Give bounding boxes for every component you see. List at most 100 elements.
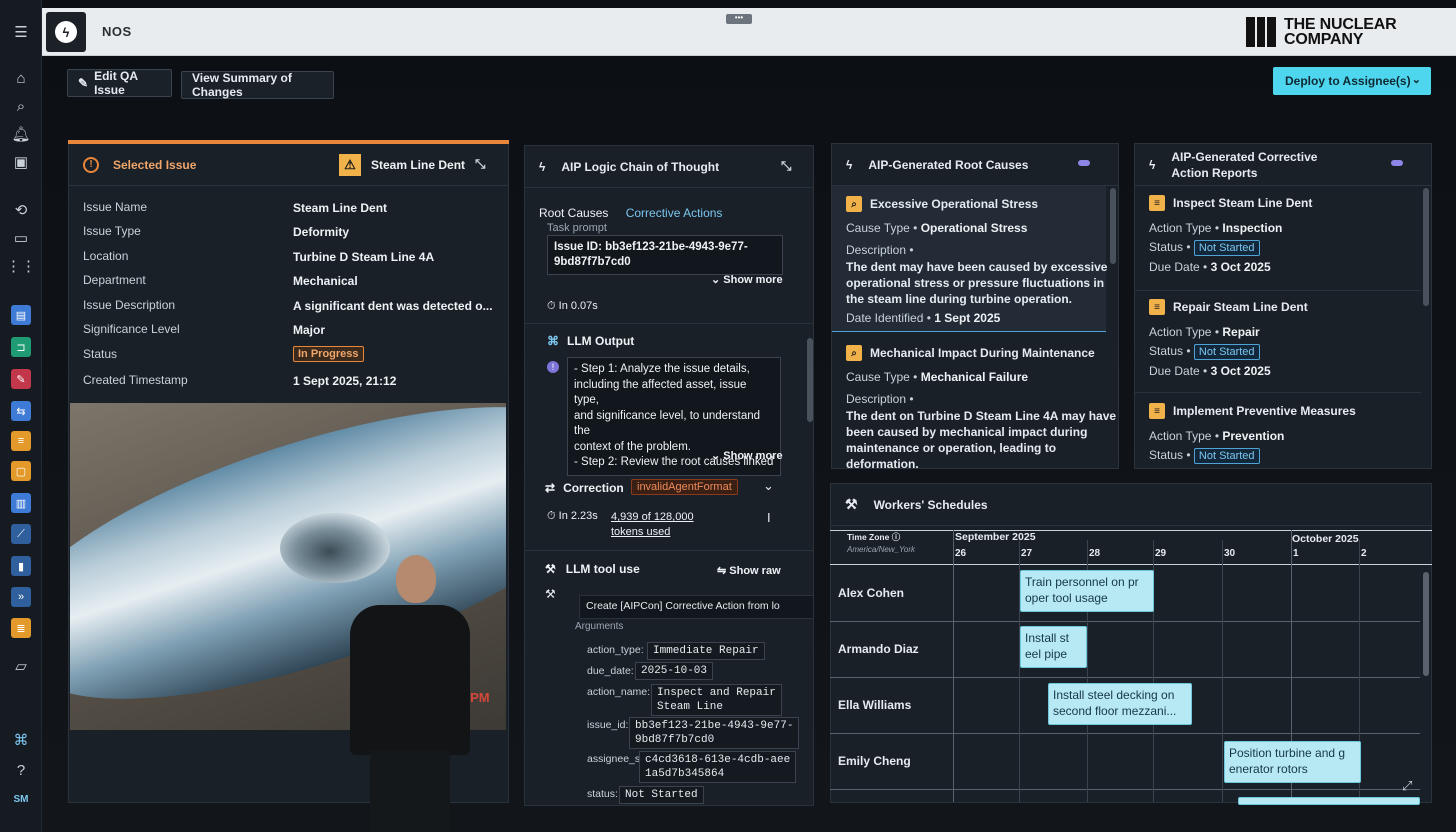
menu-icon[interactable]: ☰ [11,22,31,42]
cursor-icon: Ι [767,510,771,525]
tab-corrective-actions[interactable]: Corrective Actions [626,206,723,220]
app-logo[interactable]: ϟ [46,12,86,52]
show-more-link[interactable]: ⌄ Show more [711,449,783,462]
schedule-task[interactable] [1238,797,1420,805]
field-label: Description • [846,392,914,406]
action-item[interactable]: ≡ Inspect Steam Line Dent Action Type • I… [1149,195,1312,274]
workflow-icon[interactable]: » [11,587,31,607]
field-label: Due Date • [1149,364,1208,378]
ontology-icon[interactable]: ⇆ [11,401,31,421]
aip-icon[interactable]: ⌘ [11,730,31,750]
drag-handle[interactable]: ••• [726,14,752,24]
arg-key: assignee_s: [587,753,644,765]
layers-icon[interactable]: ≣ [11,618,31,638]
bolt-icon: ϟ [55,21,77,43]
schedule-task[interactable]: Train personnel on pr oper tool usage [1020,570,1154,612]
correction-row[interactable]: ⇄ Correction [545,481,624,495]
minimize-icon[interactable] [1078,160,1090,166]
grid-icon[interactable]: ⋮⋮ [6,256,36,276]
view-summary-button[interactable]: View Summary of Changes [181,71,334,99]
help-icon[interactable]: ? [11,760,31,780]
timeline-gridline [1222,540,1223,802]
search-icon[interactable]: ⌕ [11,96,31,116]
apps-icon[interactable]: ▣ [11,152,31,172]
cause-type-value: Mechanical Failure [920,370,1029,384]
worker-name: Emily Cheng [838,754,911,768]
description-line: deformation. [846,457,919,469]
action-item[interactable]: ≡ Repair Steam Line Dent Action Type • Re… [1149,299,1308,378]
root-cause-item[interactable]: ⌕ Excessive Operational Stress Cause Type… [846,196,1107,325]
objects-icon[interactable]: ▥ [11,493,31,513]
scrollbar[interactable] [1423,572,1429,676]
collapse-icon[interactable]: ⤡ [781,158,791,174]
pipeline-icon[interactable]: ⊐ [11,337,31,357]
database-icon[interactable]: ≡ [11,431,31,451]
deploy-button[interactable]: Deploy to Assignee(s) ⌄ [1273,67,1431,95]
history-icon[interactable]: ⟲ [11,200,31,220]
day-label: 29 [1155,548,1167,559]
notepad-icon[interactable]: ✎ [11,369,31,389]
issue-id-line: 9bd87f7b7cd0 [554,256,631,268]
company-name: THE NUCLEAR COMPANY [1284,16,1397,48]
worker-name: Alex Cohen [838,586,905,600]
arg-value: Not Started [619,786,704,804]
field-label: Status • [1149,344,1191,358]
home-icon[interactable]: ⌂ [11,68,31,88]
notifications-icon[interactable]: 🔔︎ [11,124,31,144]
slate-icon[interactable]: ▢ [11,461,31,481]
correction-label: Correction [563,481,624,495]
schedule-task[interactable]: Position turbine and g enerator rotors [1224,741,1361,783]
schedule-task[interactable]: Install steel decking on second floor me… [1048,683,1192,725]
collapse-icon[interactable]: ⤡ [475,156,485,172]
llm-output-label: LLM Output [567,334,635,348]
location-value: Turbine D Steam Line 4A [293,250,435,264]
report-icon: ≡ [1149,403,1165,419]
edit-qa-issue-button[interactable]: ✎ Edit QA Issue [67,69,172,97]
timer-row: ⏱ In 0.07s [547,300,598,313]
arg-key: action_name: [587,686,651,698]
search-icon: ⌕ [846,196,862,212]
files-icon[interactable]: ▱ [11,656,31,676]
deploy-label: Deploy to Assignee(s) [1285,74,1411,88]
day-label: 1 [1293,548,1299,559]
show-more-link[interactable]: ⌄ Show more [711,273,783,286]
tool-use-label: LLM tool use [565,562,640,576]
show-raw-link[interactable]: ⇋ Show raw [717,564,781,577]
output-line: and significance level, to understand th… [574,409,761,438]
field-label: Status • [1149,448,1191,462]
chain-header: ϟ AIP Logic Chain of Thought ⤡ [525,146,813,188]
action-item[interactable]: ≡ Implement Preventive Measures Action Ty… [1149,403,1356,464]
timezone-label: Time Zone ⓘ [847,531,900,543]
quiver-icon[interactable]: ▮ [11,556,31,576]
timeline-top-rule [830,530,1432,531]
info-icon: ! [547,361,559,373]
root-cause-item[interactable]: ⌕ Mechanical Impact During Maintenance Ca… [846,345,1116,469]
bolt-icon: ϟ [846,157,853,172]
department-value: Mechanical [293,274,358,288]
workshop-icon[interactable]: ▤ [11,305,31,325]
expand-icon[interactable]: ⤢ [1402,778,1412,794]
scrollbar[interactable] [1110,188,1116,264]
due-date-value: 3 Oct 2025 [1210,260,1271,274]
field-label: Department [83,273,146,287]
raw-icon: ⇋ [717,565,730,577]
schedule-task[interactable]: Install st eel pipe [1020,626,1087,668]
chevron-down-icon: ⌄ [711,274,724,286]
scrollbar[interactable] [1423,188,1429,306]
action-type-value: Inspection [1222,221,1283,235]
row-divider [830,733,1420,734]
analytics-icon[interactable]: ⟋ [11,524,31,544]
tab-root-causes[interactable]: Root Causes [539,206,608,220]
presenter-body [350,605,470,755]
chevron-down-icon[interactable]: ⌄ [763,478,774,494]
minimize-icon[interactable] [1391,160,1403,166]
field-label: Action Type • [1149,429,1220,443]
root-cause-title: Mechanical Impact During Maintenance [870,346,1095,360]
user-avatar[interactable]: SM [11,789,31,809]
folder-icon[interactable]: ▭ [11,228,31,248]
root-causes-panel: ϟ AIP-Generated Root Causes ⌕ Excessive O… [831,143,1119,469]
scrollbar[interactable] [807,338,813,422]
description-line: maintenance or operation, leading to [846,441,1057,455]
field-label: Action Type • [1149,325,1220,339]
selected-issue-header: ! Selected Issue ⚠ Steam Line Dent ⤡ [69,144,508,186]
